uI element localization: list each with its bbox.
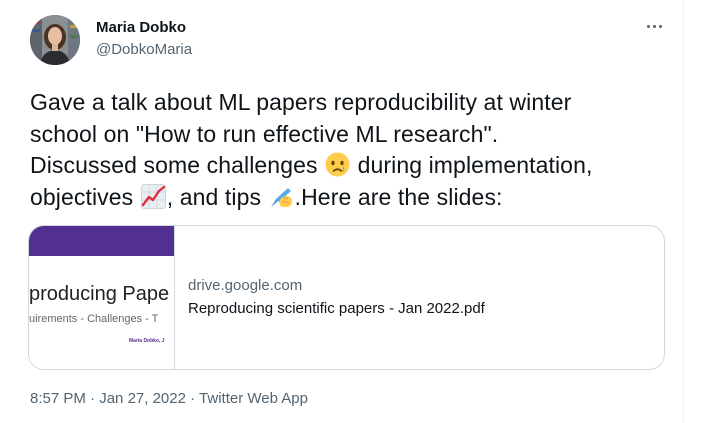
crying-face-emoji-icon xyxy=(324,151,351,178)
tweet-date[interactable]: Jan 27, 2022 xyxy=(99,390,186,407)
link-domain: drive.google.com xyxy=(188,277,303,294)
tweet-source[interactable]: Twitter Web App xyxy=(199,390,308,407)
dot xyxy=(652,24,656,28)
link-preview-card[interactable]: producing Pape uirements - Challenges - … xyxy=(28,225,665,370)
more-dots-icon[interactable] xyxy=(640,14,668,38)
tweet-text-line: Discussed some challenges during impleme… xyxy=(30,150,670,182)
thumbnail-subtitle: uirements - Challenges - T xyxy=(29,313,159,325)
tweet-card: Maria Dobko @DobkoMaria Gave a talk abou… xyxy=(0,0,684,423)
link-thumbnail[interactable]: producing Pape uirements - Challenges - … xyxy=(29,226,175,369)
author-name[interactable]: Maria Dobko xyxy=(96,19,186,36)
dot xyxy=(658,24,662,28)
tweet-text-segment: Discussed some challenges xyxy=(30,152,325,178)
tweet-text-segment: .Here are the slides: xyxy=(294,183,503,210)
tweet-text-line: Gave a talk about ML papers reproducibil… xyxy=(30,89,572,115)
writing-hand-emoji-icon xyxy=(268,183,295,210)
dot xyxy=(646,24,650,28)
meta-separator: · xyxy=(85,390,100,407)
tweet-text-segment: during implementation, xyxy=(351,152,593,178)
author-handle[interactable]: @DobkoMaria xyxy=(96,41,192,58)
chart-increasing-emoji-icon xyxy=(140,183,167,210)
tweet-text-line: school on "How to run effective ML resea… xyxy=(30,120,499,147)
link-title[interactable]: Reproducing scientific papers - Jan 2022… xyxy=(188,300,485,317)
tweet-text-segment: objectives xyxy=(30,183,140,210)
tweet-text-line: objectives , and tips .Here are the slid… xyxy=(30,182,670,214)
tweet-text: Gave a talk about ML papers reproducibil… xyxy=(30,87,670,213)
tweet-meta: 8:57 PM · Jan 27, 2022 · Twitter Web App xyxy=(30,390,308,407)
tweet-time[interactable]: 8:57 PM xyxy=(30,390,86,407)
thumbnail-header-bar xyxy=(29,226,174,256)
tweet-text-segment: , and tips xyxy=(166,183,268,210)
avatar[interactable] xyxy=(30,15,80,65)
thumbnail-author: Maria Dobko, J xyxy=(129,338,165,344)
meta-separator: · xyxy=(185,390,200,407)
thumbnail-title: producing Pape xyxy=(29,283,170,305)
